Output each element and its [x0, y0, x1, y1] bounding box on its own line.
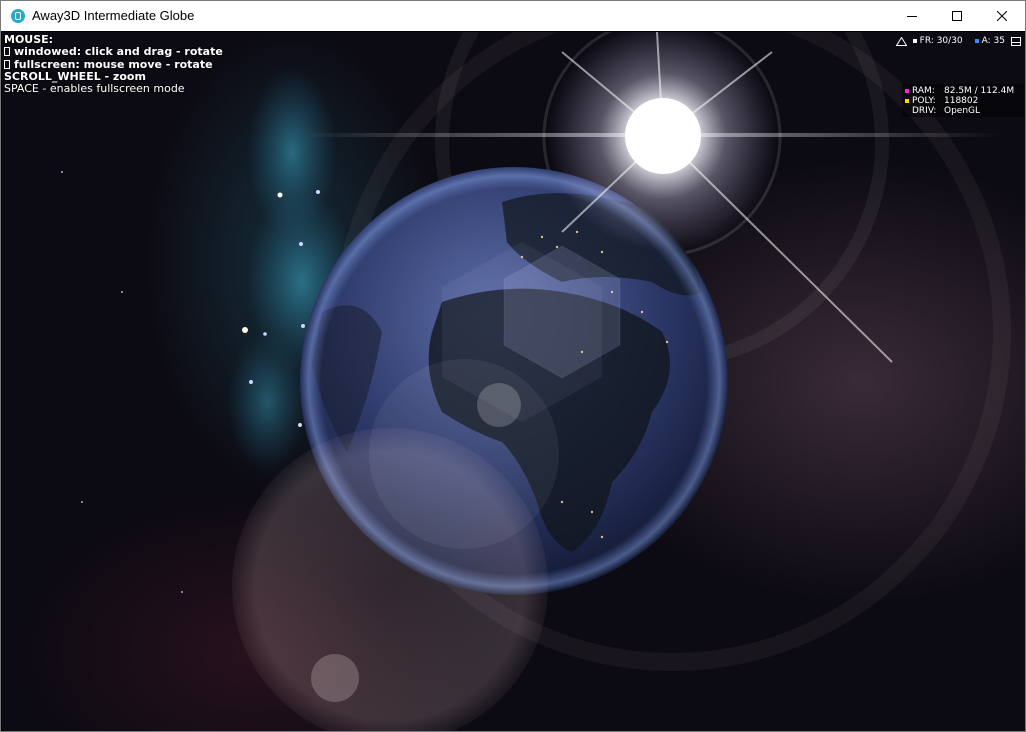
minimize-icon [907, 16, 917, 17]
bullet-icon [4, 59, 10, 69]
close-button[interactable] [979, 1, 1025, 31]
bullet-icon [4, 47, 10, 57]
3d-viewport[interactable]: MOUSE: windowed: click and drag - rotate… [2, 32, 1025, 731]
close-icon [997, 11, 1007, 21]
controls-help: MOUSE: windowed: click and drag - rotate… [4, 33, 223, 96]
minimize-button[interactable] [889, 1, 935, 31]
maximize-button[interactable] [934, 1, 980, 31]
window-icon[interactable] [1011, 36, 1021, 46]
away3d-logo-icon [11, 9, 25, 23]
stats-driver: DRIV: OpenGL [912, 106, 981, 116]
stats-bar: FR: 30/30 A: 35 [895, 34, 1021, 48]
title-bar[interactable]: Away3D Intermediate Globe [1, 1, 1025, 31]
flare-disc-medium [369, 359, 559, 549]
globe-scene [61, 32, 1011, 731]
help-line: SPACE - enables fullscreen mode [4, 82, 185, 96]
stats-ram: RAM: 82.5M / 112.4M [905, 86, 1024, 96]
triangle-graph-icon[interactable] [895, 36, 907, 46]
app-window: Away3D Intermediate Globe MOUSE: windowe… [0, 0, 1026, 732]
stats-poly: POLY: 118802 [905, 96, 1024, 106]
maximize-icon [952, 11, 962, 21]
alloc-readout: A: 35 [974, 36, 1005, 46]
stats-panel: RAM: 82.5M / 112.4M POLY: 118802 DRIV: Open… [902, 84, 1024, 117]
window-title: Away3D Intermediate Globe [32, 8, 195, 23]
flare-disc-small [311, 654, 359, 702]
fps-readout: FR: 30/30 [912, 36, 963, 46]
